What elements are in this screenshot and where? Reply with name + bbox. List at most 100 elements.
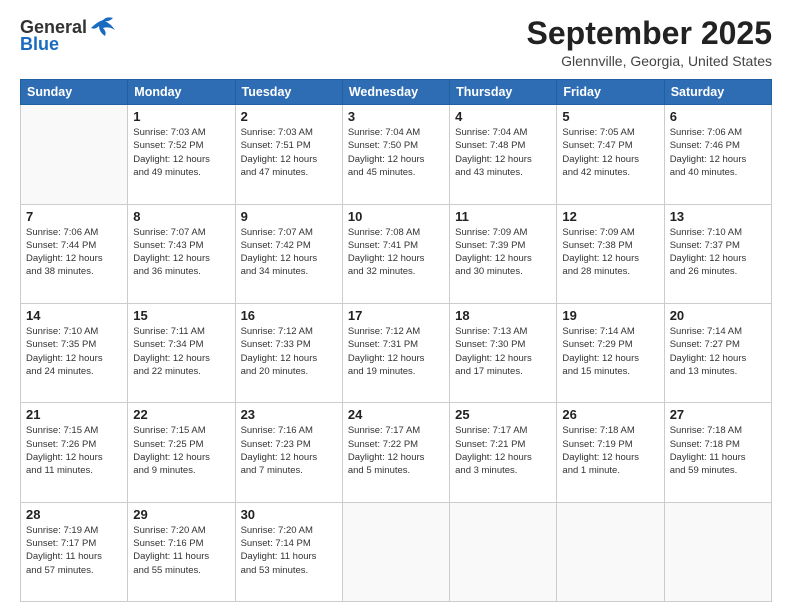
day-info-line: Sunrise: 7:03 AM [133,127,205,138]
day-number: 18 [455,308,551,323]
day-info-line: Sunset: 7:30 PM [455,339,525,350]
table-row: 22Sunrise: 7:15 AMSunset: 7:25 PMDayligh… [128,403,235,502]
day-info-line: and 59 minutes. [670,465,738,476]
day-info: Sunrise: 7:06 AMSunset: 7:46 PMDaylight:… [670,126,766,179]
day-info: Sunrise: 7:04 AMSunset: 7:48 PMDaylight:… [455,126,551,179]
table-row: 27Sunrise: 7:18 AMSunset: 7:18 PMDayligh… [664,403,771,502]
day-info-line: Sunrise: 7:14 AM [670,326,742,337]
title-section: September 2025 Glennville, Georgia, Unit… [527,16,772,69]
page: General Blue September 2025 Glennville, … [0,0,792,612]
calendar-week-1: 1Sunrise: 7:03 AMSunset: 7:52 PMDaylight… [21,105,772,204]
table-row: 4Sunrise: 7:04 AMSunset: 7:48 PMDaylight… [450,105,557,204]
day-info-line: Daylight: 12 hours [455,452,532,463]
month-title: September 2025 [527,16,772,51]
table-row [342,502,449,601]
day-number: 9 [241,209,337,224]
day-info-line: and 19 minutes. [348,366,416,377]
day-info-line: Sunrise: 7:13 AM [455,326,527,337]
day-info: Sunrise: 7:03 AMSunset: 7:51 PMDaylight:… [241,126,337,179]
day-number: 8 [133,209,229,224]
day-info-line: Sunrise: 7:17 AM [348,425,420,436]
day-info-line: Sunset: 7:31 PM [348,339,418,350]
day-info-line: and 47 minutes. [241,167,309,178]
day-info-line: Sunset: 7:26 PM [26,439,96,450]
table-row: 19Sunrise: 7:14 AMSunset: 7:29 PMDayligh… [557,303,664,402]
day-info: Sunrise: 7:12 AMSunset: 7:31 PMDaylight:… [348,325,444,378]
day-info-line: Sunrise: 7:06 AM [26,227,98,238]
table-row: 6Sunrise: 7:06 AMSunset: 7:46 PMDaylight… [664,105,771,204]
day-info-line: Sunset: 7:29 PM [562,339,632,350]
day-info-line: and 40 minutes. [670,167,738,178]
day-info-line: Sunrise: 7:12 AM [241,326,313,337]
day-info-line: Sunset: 7:41 PM [348,240,418,251]
day-info-line: Sunrise: 7:16 AM [241,425,313,436]
day-info-line: and 38 minutes. [26,266,94,277]
day-info-line: Sunrise: 7:11 AM [133,326,205,337]
day-info: Sunrise: 7:17 AMSunset: 7:22 PMDaylight:… [348,424,444,477]
day-info-line: Sunset: 7:25 PM [133,439,203,450]
day-number: 1 [133,109,229,124]
table-row: 9Sunrise: 7:07 AMSunset: 7:42 PMDaylight… [235,204,342,303]
day-info-line: Sunrise: 7:14 AM [562,326,634,337]
day-info: Sunrise: 7:16 AMSunset: 7:23 PMDaylight:… [241,424,337,477]
day-number: 2 [241,109,337,124]
day-info-line: Daylight: 12 hours [670,253,747,264]
day-info-line: Sunset: 7:34 PM [133,339,203,350]
day-info-line: Sunset: 7:51 PM [241,140,311,151]
day-number: 15 [133,308,229,323]
day-info-line: and 26 minutes. [670,266,738,277]
day-info-line: Sunset: 7:37 PM [670,240,740,251]
day-info-line: Daylight: 12 hours [562,253,639,264]
day-info-line: Daylight: 12 hours [26,353,103,364]
day-info-line: Sunrise: 7:10 AM [26,326,98,337]
header: General Blue September 2025 Glennville, … [20,16,772,69]
day-info: Sunrise: 7:18 AMSunset: 7:18 PMDaylight:… [670,424,766,477]
day-info-line: and 24 minutes. [26,366,94,377]
day-info: Sunrise: 7:08 AMSunset: 7:41 PMDaylight:… [348,226,444,279]
day-info-line: Daylight: 12 hours [562,353,639,364]
day-info: Sunrise: 7:20 AMSunset: 7:14 PMDaylight:… [241,524,337,577]
day-info-line: Daylight: 12 hours [133,154,210,165]
day-info-line: Sunset: 7:42 PM [241,240,311,251]
day-info: Sunrise: 7:18 AMSunset: 7:19 PMDaylight:… [562,424,658,477]
day-info: Sunrise: 7:07 AMSunset: 7:43 PMDaylight:… [133,226,229,279]
table-row: 7Sunrise: 7:06 AMSunset: 7:44 PMDaylight… [21,204,128,303]
day-number: 25 [455,407,551,422]
col-friday: Friday [557,80,664,105]
logo-bird-icon [89,16,117,38]
day-info: Sunrise: 7:20 AMSunset: 7:16 PMDaylight:… [133,524,229,577]
day-info-line: Sunset: 7:17 PM [26,538,96,549]
day-info-line: Daylight: 12 hours [241,452,318,463]
day-number: 11 [455,209,551,224]
day-info-line: Sunrise: 7:08 AM [348,227,420,238]
day-info-line: Sunrise: 7:05 AM [562,127,634,138]
day-info-line: Daylight: 12 hours [133,253,210,264]
calendar-table: Sunday Monday Tuesday Wednesday Thursday… [20,79,772,602]
day-number: 23 [241,407,337,422]
day-info-line: and 53 minutes. [241,565,309,576]
day-info-line: and 15 minutes. [562,366,630,377]
day-info: Sunrise: 7:04 AMSunset: 7:50 PMDaylight:… [348,126,444,179]
calendar-week-5: 28Sunrise: 7:19 AMSunset: 7:17 PMDayligh… [21,502,772,601]
day-info-line: Daylight: 12 hours [241,353,318,364]
day-number: 21 [26,407,122,422]
day-number: 12 [562,209,658,224]
day-info-line: and 43 minutes. [455,167,523,178]
logo: General Blue [20,16,117,55]
day-info-line: Sunset: 7:44 PM [26,240,96,251]
day-number: 5 [562,109,658,124]
table-row: 1Sunrise: 7:03 AMSunset: 7:52 PMDaylight… [128,105,235,204]
day-info-line: Sunset: 7:16 PM [133,538,203,549]
day-info-line: Sunrise: 7:19 AM [26,525,98,536]
day-number: 24 [348,407,444,422]
day-info-line: Sunrise: 7:18 AM [670,425,742,436]
day-info-line: Sunrise: 7:09 AM [562,227,634,238]
day-number: 30 [241,507,337,522]
day-info: Sunrise: 7:09 AMSunset: 7:38 PMDaylight:… [562,226,658,279]
table-row: 20Sunrise: 7:14 AMSunset: 7:27 PMDayligh… [664,303,771,402]
day-info-line: Daylight: 12 hours [348,353,425,364]
day-info-line: and 17 minutes. [455,366,523,377]
day-info-line: Daylight: 12 hours [241,253,318,264]
day-info-line: Sunrise: 7:15 AM [133,425,205,436]
day-info-line: Daylight: 12 hours [562,154,639,165]
